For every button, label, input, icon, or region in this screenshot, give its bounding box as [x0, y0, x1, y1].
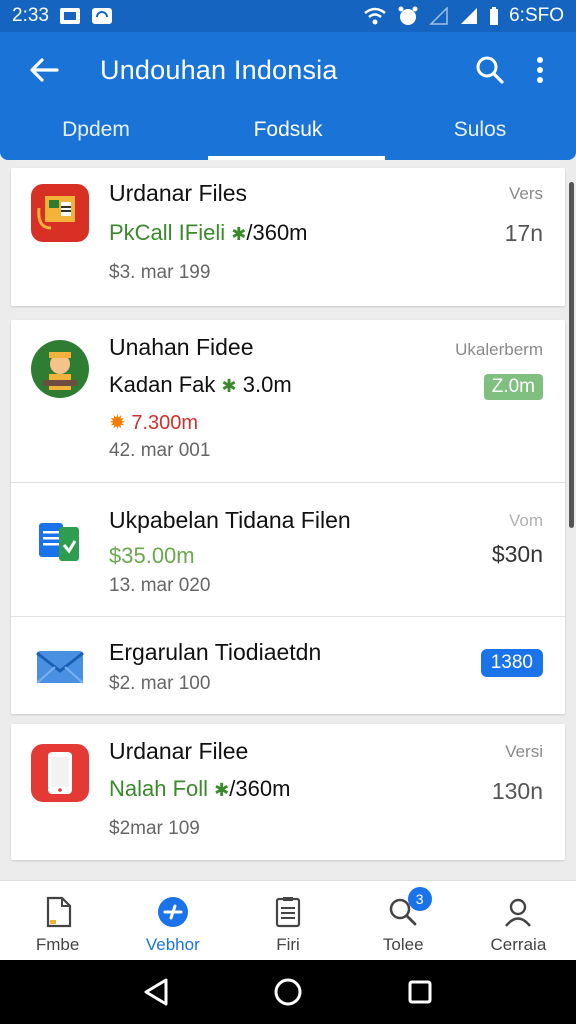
back-arrow-icon: [30, 58, 59, 82]
item-title: Urdanar Files: [109, 180, 248, 206]
list-item[interactable]: Urdanar Files PkCall IFieli ✱/360m $3. m…: [11, 168, 565, 306]
item-size: 17n: [504, 220, 543, 246]
system-home-button[interactable]: [268, 972, 308, 1012]
item-meta: 13. mar 020: [109, 575, 211, 596]
download-card: Urdanar Filee Nalah Foll ✱/360m $2mar 10…: [11, 724, 565, 860]
list-document-icon: [271, 895, 305, 929]
system-back-button[interactable]: [136, 972, 176, 1012]
back-button[interactable]: [24, 50, 64, 90]
system-recents-button[interactable]: [400, 972, 440, 1012]
item-meta: 42. mar 001: [109, 440, 211, 461]
sync-icon: [91, 7, 113, 25]
file-folder-icon: [31, 184, 89, 242]
page-title: Undouhan Indonsia: [100, 54, 338, 85]
bottom-navigation: Fmbe Vebhor Firi 3 Tolee Cerraia: [0, 880, 576, 960]
download-card: Urdanar Files PkCall IFieli ✱/360m $3. m…: [11, 168, 565, 306]
search-button[interactable]: [468, 48, 512, 92]
square-recents-icon: [408, 980, 432, 1004]
document-icon: [41, 895, 75, 929]
item-price: $35.00m: [109, 543, 195, 568]
item-title: Ergarulan Tiodiaetdn: [109, 639, 322, 665]
download-card: Unahan Fidee Kadan Fak ✱ 3.0m ✹ 7.300m 4…: [11, 320, 565, 714]
person-icon: [501, 895, 535, 929]
mail-app-icon: [31, 637, 89, 695]
list-item[interactable]: Ukpabelan Tidana Filen $35.00m 13. mar 0…: [11, 482, 565, 616]
avatar-app-icon: [31, 340, 89, 398]
alarm-icon: [397, 6, 419, 26]
item-size: $30n: [491, 541, 543, 567]
item-title: Unahan Fidee: [109, 334, 254, 360]
battery-icon: [489, 6, 499, 26]
item-version: Ukalerberm: [455, 340, 543, 359]
list-item[interactable]: Unahan Fidee Kadan Fak ✱ 3.0m ✹ 7.300m 4…: [11, 320, 565, 482]
search-icon: [476, 56, 504, 84]
download-circle-icon: [156, 895, 190, 929]
nav-item-tolee[interactable]: 3 Tolee: [346, 881, 461, 960]
nav-item-firi[interactable]: Firi: [230, 881, 345, 960]
triangle-back-icon: [144, 978, 168, 1006]
status-bar: 2:33 6:SFO: [0, 0, 576, 32]
status-clock: 6:SFO: [509, 5, 564, 26]
gear-icon: ✹: [109, 412, 126, 434]
scrollbar[interactable]: [569, 182, 574, 528]
tab-fodsuk[interactable]: Fodsuk: [192, 108, 384, 160]
phone-app-icon: [31, 744, 89, 802]
item-title: Urdanar Filee: [109, 738, 249, 764]
tab-dpdem[interactable]: Dpdem: [0, 108, 192, 160]
item-details: PkCall IFieli ✱/360m: [109, 220, 308, 245]
item-size: 130n: [491, 778, 543, 804]
item-price: ✹ 7.300m: [109, 412, 199, 434]
notification-icon: [59, 7, 81, 25]
nav-label: Vebhor: [145, 935, 200, 954]
count-badge: 1380: [480, 649, 543, 677]
tab-sulos[interactable]: Sulos: [384, 108, 576, 160]
more-options-button[interactable]: [518, 48, 562, 92]
nav-item-cerraia[interactable]: Cerraia: [461, 881, 576, 960]
notification-badge: 3: [407, 887, 432, 911]
status-badge: Z.0m: [483, 374, 543, 400]
item-details: Nalah Foll ✱/360m: [109, 776, 291, 801]
nav-item-fmbe[interactable]: Fmbe: [0, 881, 115, 960]
nav-label: Cerraia: [490, 935, 547, 954]
nav-item-vebhor[interactable]: Vebhor: [115, 881, 230, 960]
tab-indicator: [208, 156, 385, 160]
status-time: 2:33: [12, 5, 49, 26]
app-bar: Undouhan Indonsia Dpdem Fodsuk Sulos: [0, 32, 576, 160]
nav-label: Fmbe: [35, 935, 80, 954]
nav-label: Tolee: [382, 935, 424, 954]
circle-home-icon: [274, 978, 302, 1006]
signal-weak-icon: [429, 7, 449, 25]
item-version: Vom: [508, 511, 543, 530]
item-version: Vers: [508, 184, 543, 203]
item-version: Versi: [505, 742, 543, 761]
item-details: Kadan Fak ✱ 3.0m: [109, 372, 292, 397]
nav-label: Firi: [276, 935, 300, 954]
item-title: Ukpabelan Tidana Filen: [109, 507, 351, 533]
more-vert-icon: [537, 57, 543, 83]
item-meta: $3. mar 199: [109, 262, 211, 283]
list-item[interactable]: Urdanar Filee Nalah Foll ✱/360m $2mar 10…: [11, 724, 565, 860]
list-item[interactable]: Ergarulan Tiodiaetdn $2. mar 100 1380: [11, 616, 565, 713]
system-navigation-bar: [0, 960, 576, 1024]
wifi-icon: [363, 7, 387, 25]
tab-bar: Dpdem Fodsuk Sulos: [0, 108, 576, 160]
docs-app-icon: [31, 515, 89, 573]
item-meta: $2mar 109: [109, 818, 200, 839]
signal-icon: [459, 7, 479, 25]
item-meta: $2. mar 100: [109, 673, 211, 694]
